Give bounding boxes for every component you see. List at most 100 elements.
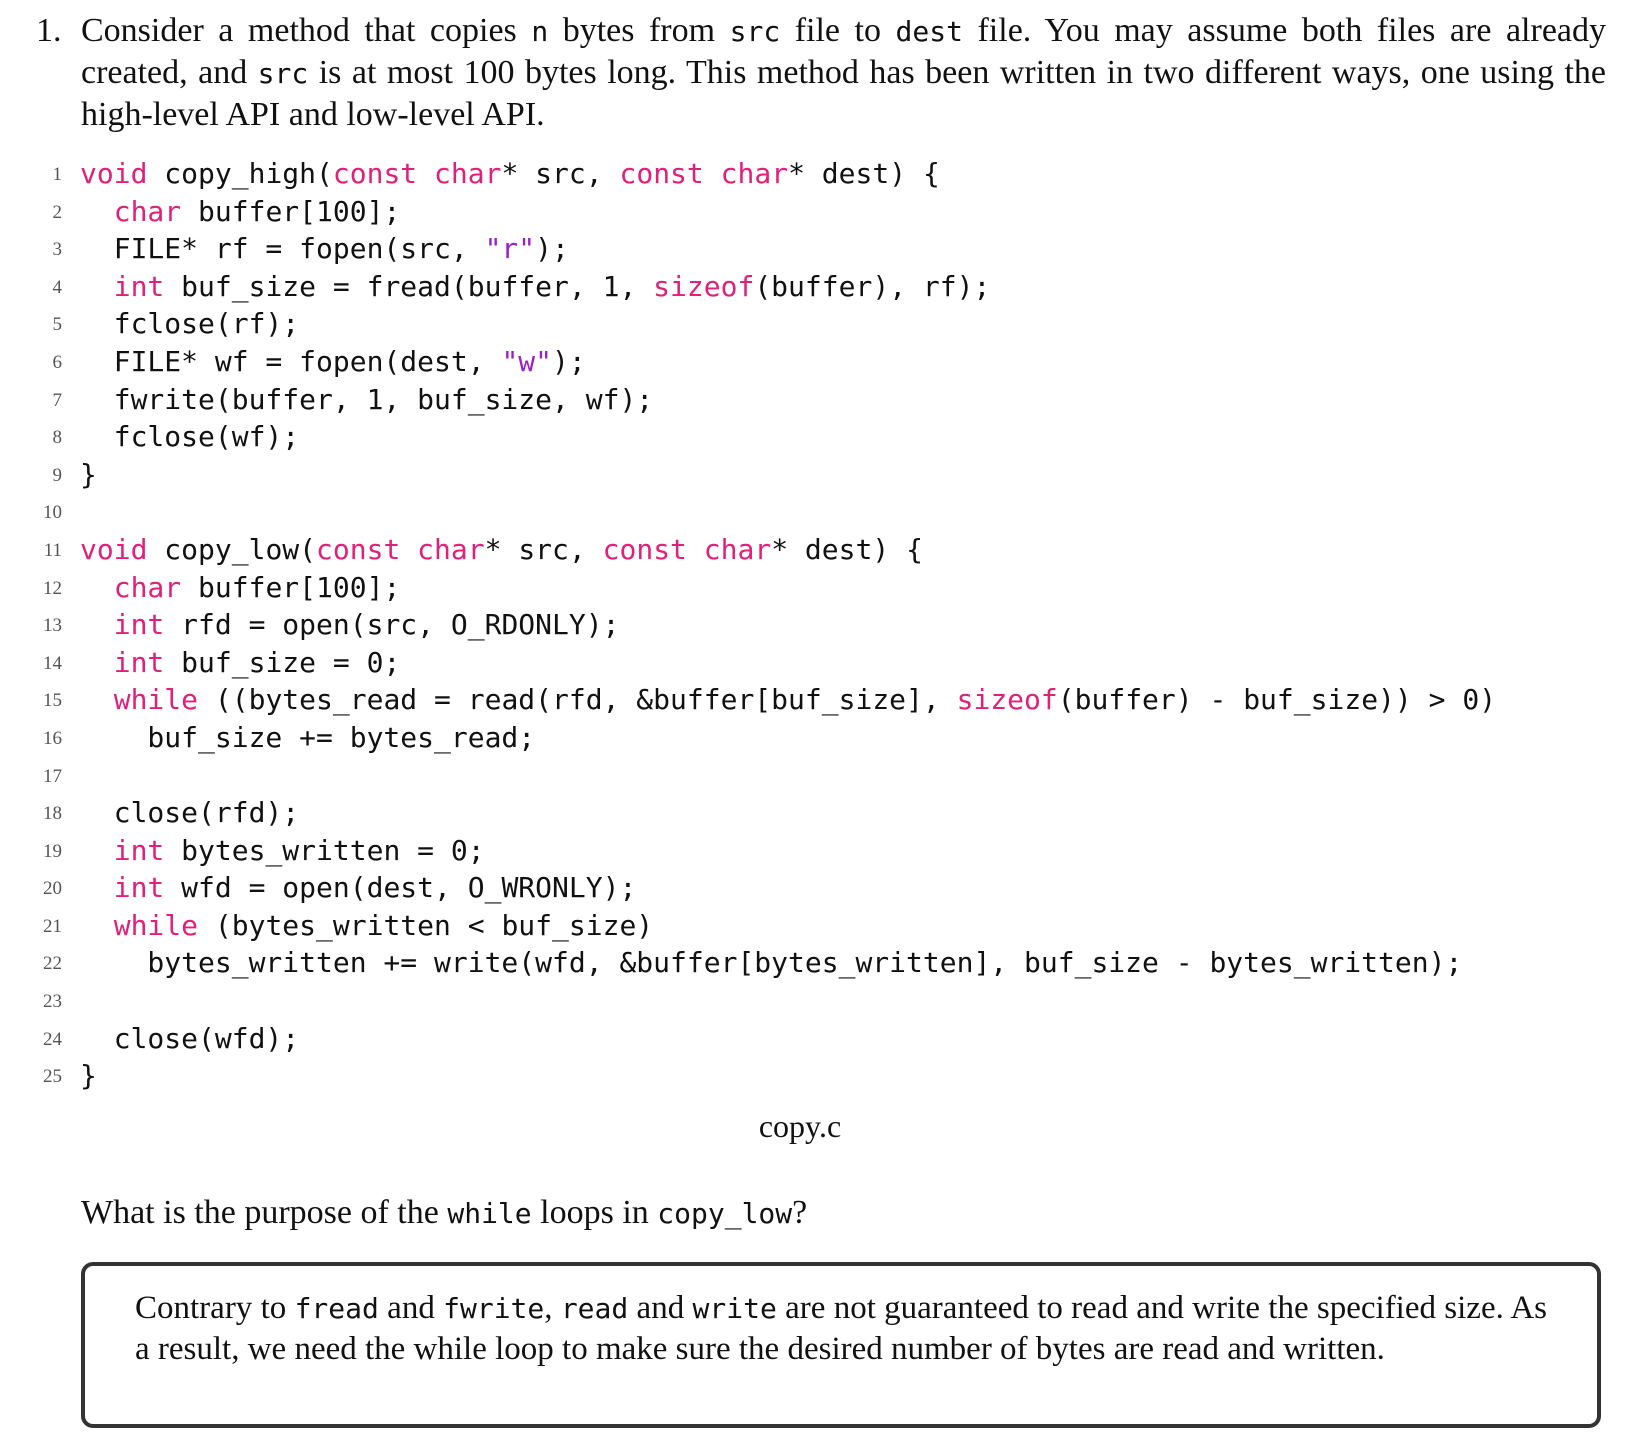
code-token: fwrite(buffer, 1, buf_size, wf); <box>80 382 654 416</box>
code-token: * dest) { <box>788 157 940 190</box>
code-keyword: int <box>113 608 165 642</box>
code-line: 2 char buffer[100]; <box>0 193 1600 231</box>
line-number: 7 <box>52 389 63 411</box>
code-token: copy_low( <box>147 532 317 566</box>
inline-code: fwrite <box>443 1292 545 1325</box>
code-text: close(rfd); <box>80 794 299 831</box>
text-run: bytes from <box>548 12 730 49</box>
code-keyword: char <box>113 194 182 228</box>
text-run: What is the purpose of the <box>81 1194 448 1231</box>
inline-code: read <box>560 1292 629 1325</box>
code-token: (bytes_written < buf_size) <box>198 908 654 942</box>
code-keyword: sizeof <box>956 683 1058 717</box>
code-token: wfd = open(dest, O_WRONLY); <box>164 871 637 905</box>
code-token: } <box>80 457 97 491</box>
code-keyword: while <box>113 683 199 717</box>
inline-code: src <box>729 15 781 48</box>
line-number: 23 <box>43 991 62 1013</box>
code-token: buf_size = fread(buffer, 1, <box>164 269 654 303</box>
code-token: (buffer) - buf_size)) > 0) <box>1057 683 1497 717</box>
inline-code: write <box>692 1292 777 1325</box>
code-keyword: char <box>417 532 485 566</box>
code-keyword: char <box>720 157 789 190</box>
code-line: 19 int bytes_written = 0; <box>0 832 1600 870</box>
code-text: int buf_size = fread(buffer, 1, sizeof(b… <box>80 268 991 305</box>
text-run: , <box>544 1290 561 1326</box>
code-token: buf_size = 0; <box>164 645 401 679</box>
inline-code: n <box>531 15 549 48</box>
code-text: close(wfd); <box>80 1020 299 1057</box>
line-number: 8 <box>52 427 63 449</box>
code-keyword: const <box>332 157 418 190</box>
code-keyword: int <box>113 269 165 303</box>
code-keyword: int <box>113 871 165 905</box>
line-number: 24 <box>43 1028 62 1050</box>
code-token: * dest) { <box>771 532 923 566</box>
code-line: 18 close(rfd); <box>0 794 1600 832</box>
line-number: 21 <box>43 915 62 937</box>
line-number: 12 <box>43 577 62 599</box>
text-run: and <box>378 1290 444 1326</box>
code-token: * src, <box>501 157 620 190</box>
code-text: while ((bytes_read = read(rfd, &buffer[b… <box>80 681 1496 718</box>
code-text: char buffer[100]; <box>80 569 401 606</box>
code-keyword: int <box>113 833 165 867</box>
sub-question-prompt: What is the purpose of the while loops i… <box>81 1194 807 1232</box>
code-line: 1 void copy_high(const char* src, const c… <box>0 155 1600 193</box>
code-text: void copy_low(const char* src, const cha… <box>80 531 923 568</box>
code-token: close(rfd); <box>80 796 300 830</box>
code-keyword: void <box>80 532 148 566</box>
text-run: file to <box>780 12 896 49</box>
code-token: buffer[100]; <box>181 570 401 604</box>
code-line: 6 FILE* wf = fopen(dest, "w"); <box>0 343 1600 381</box>
code-text: int bytes_written = 0; <box>80 832 485 869</box>
code-text: while (bytes_written < buf_size) <box>80 907 653 944</box>
code-line: 17 <box>0 757 1600 795</box>
code-line: 3 FILE* rf = fopen(src, "r"); <box>0 230 1600 268</box>
code-token: fclose(rf); <box>80 307 300 341</box>
inline-code: src <box>257 57 309 90</box>
inline-code: copy_low <box>657 1197 793 1230</box>
line-number: 9 <box>52 464 63 486</box>
code-line: 15 while ((bytes_read = read(rfd, &buffe… <box>0 681 1600 719</box>
code-text: char buffer[100]; <box>80 193 401 230</box>
line-number: 4 <box>52 276 63 298</box>
code-token: bytes_written += write(wfd, &buffer[byte… <box>80 946 1463 980</box>
line-number: 14 <box>43 652 62 674</box>
text-run: loops in <box>531 1194 658 1231</box>
code-token: FILE* wf = fopen(dest, <box>80 344 502 378</box>
code-token: FILE* rf = fopen(src, <box>80 232 485 266</box>
code-text: void copy_high(const char* src, const ch… <box>80 155 940 192</box>
text-run: Contrary to <box>135 1290 295 1326</box>
code-text: } <box>80 456 97 493</box>
code-text: fclose(wf); <box>80 418 299 455</box>
line-number: 2 <box>52 201 63 223</box>
text-run: ? <box>792 1194 808 1231</box>
code-keyword: int <box>113 645 165 679</box>
code-caption: copy.c <box>758 1108 842 1144</box>
code-token: } <box>80 1059 97 1093</box>
text-run: is at most 100 bytes long. This method h… <box>81 54 1606 133</box>
code-token: ((bytes_read = read(rfd, &buffer[buf_siz… <box>198 683 957 717</box>
code-text: } <box>80 1057 97 1094</box>
code-token: bytes_written = 0; <box>164 833 485 867</box>
code-text: int wfd = open(dest, O_WRONLY); <box>80 869 637 906</box>
question-paragraph: 1. Consider a method that copies n bytes… <box>36 10 1606 135</box>
answer-box: Contrary to fread and fwrite, read and w… <box>81 1262 1601 1428</box>
code-token: rfd = open(src, O_RDONLY); <box>164 608 620 642</box>
line-number: 3 <box>52 239 63 261</box>
code-text: bytes_written += write(wfd, &buffer[byte… <box>80 944 1462 981</box>
inline-code: while <box>447 1197 532 1230</box>
